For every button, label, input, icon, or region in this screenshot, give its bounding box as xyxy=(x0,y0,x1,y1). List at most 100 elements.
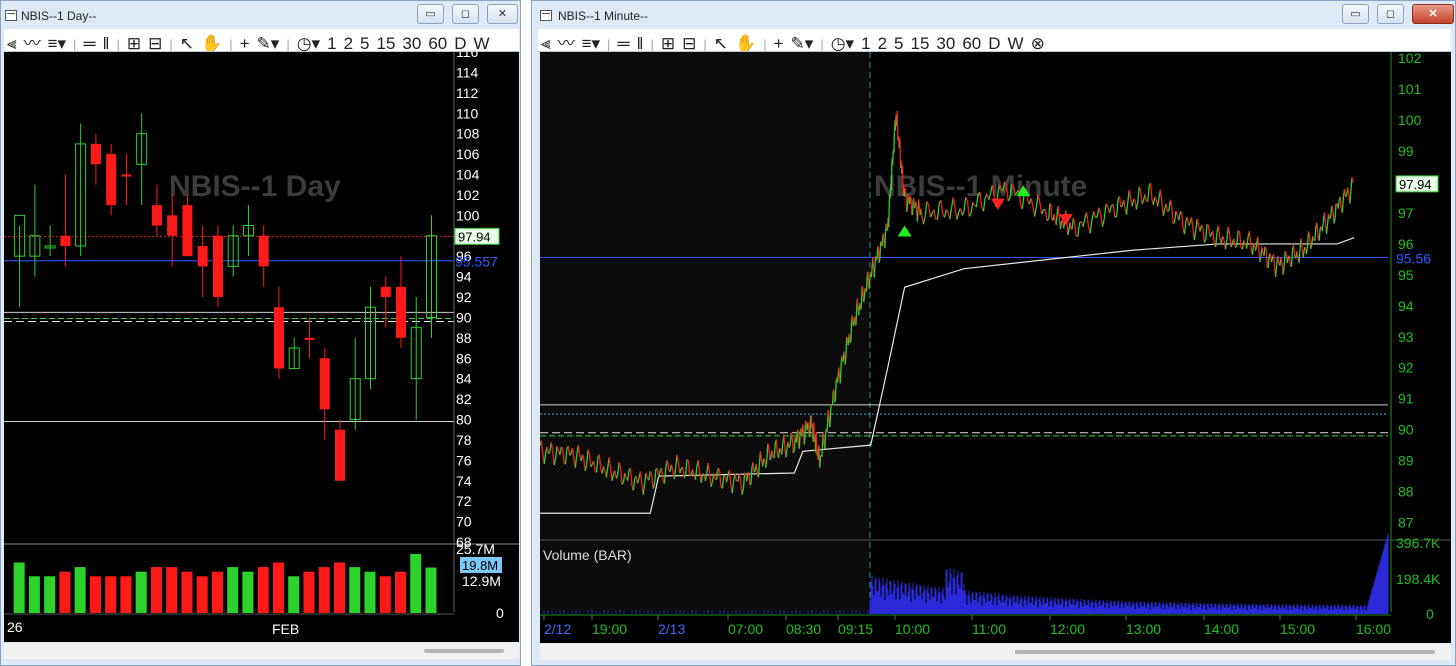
toolbar-item-0[interactable]: ⫷ xyxy=(541,34,551,51)
toolbar-item-8[interactable]: ⊟ xyxy=(148,34,162,51)
toolbar-item-14[interactable]: ✎▾ xyxy=(791,34,814,51)
price-segment xyxy=(1286,257,1289,264)
toolbar-item-23[interactable]: D xyxy=(988,34,1000,51)
toolbar-item-10[interactable]: ↖ xyxy=(714,34,728,51)
price-segment xyxy=(1298,249,1301,263)
toolbar-item-20[interactable]: 15 xyxy=(911,34,930,51)
toolbar-item-13[interactable]: + xyxy=(240,34,250,51)
toolbar-item-2[interactable]: ≡▾ xyxy=(48,34,66,51)
right-chart-window: NBIS--1 Minute-- ▭ ◻ ✕ ⫷ 〰 ≡▾ | ═ ‖ | ⊞ ⊟ | ↖ ✋ | + ✎▾… xyxy=(531,0,1456,666)
toolbar-item-18[interactable]: 2 xyxy=(344,34,353,51)
x-axis-label: 16:00 xyxy=(1356,621,1391,637)
price-segment xyxy=(915,201,918,214)
toolbar-item-15: | xyxy=(820,37,824,52)
toolbar-item-22[interactable]: 60 xyxy=(962,34,981,51)
close-button[interactable]: ✕ xyxy=(487,4,518,24)
scrollbar-thumb[interactable] xyxy=(1015,650,1435,654)
toolbar-item-2[interactable]: ≡▾ xyxy=(582,34,600,51)
maximize-button[interactable]: ◻ xyxy=(452,4,479,24)
toolbar-item-24[interactable]: W xyxy=(474,34,490,51)
y-axis-tick-label: 102 xyxy=(456,187,480,203)
volume-bar xyxy=(410,554,422,613)
y-axis-tick-label: 95 xyxy=(1398,267,1414,283)
toolbar-item-11[interactable]: ✋ xyxy=(735,34,756,51)
toolbar-item-22[interactable]: 60 xyxy=(428,34,447,51)
toolbar-item-20[interactable]: 15 xyxy=(377,34,396,51)
x-axis-label: 14:00 xyxy=(1204,621,1239,637)
toolbar-item-5[interactable]: ‖ xyxy=(636,34,643,51)
right-title-bar[interactable]: NBIS--1 Minute-- ▭ ◻ ✕ xyxy=(532,1,1455,31)
daily-candlestick-chart[interactable]: NBIS--1 Day11611411211010810610410210098… xyxy=(4,52,519,642)
toolbar-item-19[interactable]: 5 xyxy=(894,34,903,51)
price-segment xyxy=(904,188,907,198)
candle-body xyxy=(334,429,345,481)
toolbar-item-17[interactable]: 1 xyxy=(861,34,870,51)
toolbar-item-1[interactable]: 〰 xyxy=(558,29,575,51)
toolbar-item-4[interactable]: ═ xyxy=(617,34,629,51)
x-axis-label: 2/13 xyxy=(658,621,685,637)
toolbar-item-0[interactable]: ⫷ xyxy=(7,34,17,51)
x-axis-label: 09:15 xyxy=(838,621,873,637)
right-chart-pane[interactable]: NBIS--1 Minute10210110099989796959493929… xyxy=(540,52,1451,643)
price-segment xyxy=(1165,203,1169,212)
price-segment xyxy=(1089,219,1093,234)
price-segment xyxy=(1159,189,1163,204)
left-horizontal-scrollbar[interactable] xyxy=(4,643,519,659)
volume-bar xyxy=(181,571,193,613)
toolbar-item-5[interactable]: ‖ xyxy=(102,34,109,51)
toolbar-item-14[interactable]: ✎▾ xyxy=(257,34,280,51)
price-segment xyxy=(1200,224,1204,229)
toolbar-item-10[interactable]: ↖ xyxy=(180,34,194,51)
price-segment xyxy=(803,433,806,445)
price-segment xyxy=(838,367,841,378)
price-segment xyxy=(1263,246,1266,256)
intraday-price-chart[interactable]: NBIS--1 Minute10210110099989796959493929… xyxy=(540,52,1451,643)
toolbar-item-21[interactable]: 30 xyxy=(936,34,955,51)
candle-body xyxy=(197,245,208,267)
right-horizontal-scrollbar[interactable] xyxy=(540,644,1451,660)
toolbar-item-25[interactable]: ⊗ xyxy=(1031,34,1045,51)
scrollbar-thumb[interactable] xyxy=(424,649,504,653)
toolbar-item-17[interactable]: 1 xyxy=(327,34,336,51)
toolbar-item-19[interactable]: 5 xyxy=(360,34,369,51)
y-axis-tick-label: 82 xyxy=(456,391,472,407)
y-axis-tick-label: 89 xyxy=(1398,453,1414,469)
toolbar-item-16[interactable]: ◷▾ xyxy=(297,34,320,51)
y-axis-tick-label: 110 xyxy=(456,105,479,121)
right-toolbar: ⫷ 〰 ≡▾ | ═ ‖ | ⊞ ⊟ | ↖ ✋ | + ✎▾ | ◷▾ 1 2 5 15 30 60 D W ⊗ xyxy=(538,29,1451,52)
left-title-bar[interactable]: NBIS--1 Day-- ▭ ◻ ✕ xyxy=(1,1,520,31)
toolbar-item-4[interactable]: ═ xyxy=(83,34,95,51)
toolbar-item-8[interactable]: ⊟ xyxy=(682,34,696,51)
toolbar-item-21[interactable]: 30 xyxy=(402,34,421,51)
toolbar-item-7[interactable]: ⊞ xyxy=(661,34,675,51)
toolbar-item-13[interactable]: + xyxy=(774,34,784,51)
toolbar-item-7[interactable]: ⊞ xyxy=(127,34,141,51)
volume-bar xyxy=(211,571,223,613)
toolbar-item-18[interactable]: 2 xyxy=(878,34,887,51)
toolbar-item-24[interactable]: W xyxy=(1008,34,1024,51)
minimize-button[interactable]: ▭ xyxy=(1342,4,1369,24)
toolbar-item-1[interactable]: 〰 xyxy=(24,29,41,51)
toolbar-item-23[interactable]: D xyxy=(454,34,466,51)
price-segment xyxy=(970,202,974,214)
price-segment xyxy=(794,436,797,439)
close-button[interactable]: ✕ xyxy=(1412,4,1454,24)
candle-body xyxy=(258,235,269,267)
price-segment xyxy=(1254,246,1258,251)
volume-bar xyxy=(333,562,345,613)
maximize-button[interactable]: ◻ xyxy=(1377,4,1404,24)
price-segment xyxy=(1123,199,1126,209)
y-axis-tick-label: 90 xyxy=(456,309,472,325)
price-segment xyxy=(829,403,832,419)
toolbar-item-11[interactable]: ✋ xyxy=(201,34,222,51)
price-segment xyxy=(1183,221,1187,235)
candle-body xyxy=(304,337,315,340)
toolbar-item-16[interactable]: ◷▾ xyxy=(831,34,854,51)
left-chart-pane[interactable]: NBIS--1 Day11611411211010810610410210098… xyxy=(4,52,519,642)
price-segment xyxy=(966,201,970,217)
y-axis-tick-label: 92 xyxy=(1398,360,1414,376)
volume-bar xyxy=(13,562,25,613)
price-tag: 97.94 xyxy=(458,229,491,244)
price-segment xyxy=(1103,203,1107,219)
minimize-button[interactable]: ▭ xyxy=(417,4,444,24)
